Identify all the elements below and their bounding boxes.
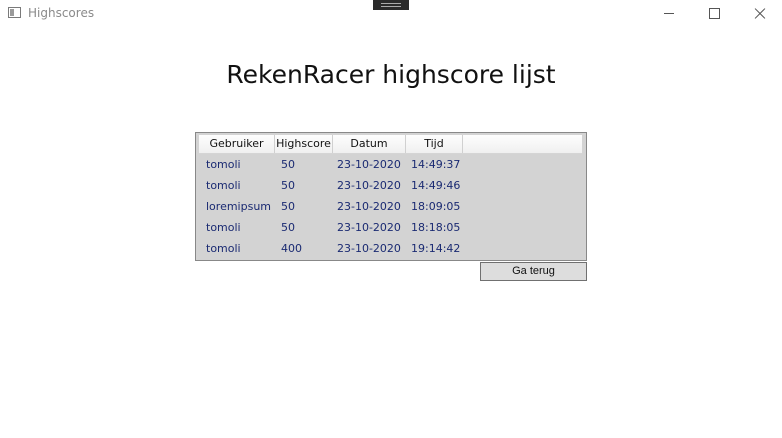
table-row[interactable]: tomoli 50 23-10-2020 14:49:46: [199, 175, 582, 196]
window-title: Highscores: [28, 6, 95, 20]
cell-highscore: 50: [281, 200, 295, 213]
cell-tijd: 14:49:46: [411, 179, 461, 192]
cell-datum: 23-10-2020: [337, 158, 401, 171]
cell-highscore: 50: [281, 158, 295, 171]
table-row[interactable]: tomoli 50 23-10-2020 18:18:05: [199, 217, 582, 238]
cell-datum: 23-10-2020: [337, 221, 401, 234]
column-header-highscore[interactable]: Highscore: [275, 137, 332, 150]
back-button[interactable]: Ga terug: [480, 262, 587, 281]
cell-datum: 23-10-2020: [337, 179, 401, 192]
title-bar: Highscores: [0, 0, 782, 28]
cell-datum: 23-10-2020: [337, 242, 401, 255]
column-header-tijd[interactable]: Tijd: [406, 137, 462, 150]
close-button[interactable]: [736, 0, 782, 28]
minimize-button[interactable]: [646, 0, 692, 28]
cell-highscore: 50: [281, 179, 295, 192]
table-header: Gebruiker Highscore Datum Tijd: [199, 135, 582, 154]
cell-gebruiker: tomoli: [206, 221, 241, 234]
cell-tijd: 19:14:42: [411, 242, 461, 255]
column-divider[interactable]: [462, 135, 463, 153]
page-title: RekenRacer highscore lijst: [226, 60, 556, 89]
cell-tijd: 18:18:05: [411, 221, 461, 234]
cell-gebruiker: tomoli: [206, 158, 241, 171]
highscore-table[interactable]: Gebruiker Highscore Datum Tijd tomoli 50…: [195, 132, 587, 261]
cell-highscore: 400: [281, 242, 302, 255]
column-header-datum[interactable]: Datum: [333, 137, 405, 150]
cell-tijd: 14:49:37: [411, 158, 461, 171]
window-icon: [8, 7, 21, 18]
drag-handle-icon[interactable]: [373, 0, 409, 10]
cell-tijd: 18:09:05: [411, 200, 461, 213]
table-row[interactable]: tomoli 400 23-10-2020 19:14:42: [199, 238, 582, 259]
column-header-gebruiker[interactable]: Gebruiker: [199, 137, 274, 150]
cell-datum: 23-10-2020: [337, 200, 401, 213]
cell-highscore: 50: [281, 221, 295, 234]
cell-gebruiker: loremipsum: [206, 200, 272, 213]
table-row[interactable]: loremipsum 50 23-10-2020 18:09:05: [199, 196, 582, 217]
table-row[interactable]: tomoli 50 23-10-2020 14:49:37: [199, 154, 582, 175]
cell-gebruiker: tomoli: [206, 179, 241, 192]
cell-gebruiker: tomoli: [206, 242, 241, 255]
maximize-button[interactable]: [691, 0, 737, 28]
